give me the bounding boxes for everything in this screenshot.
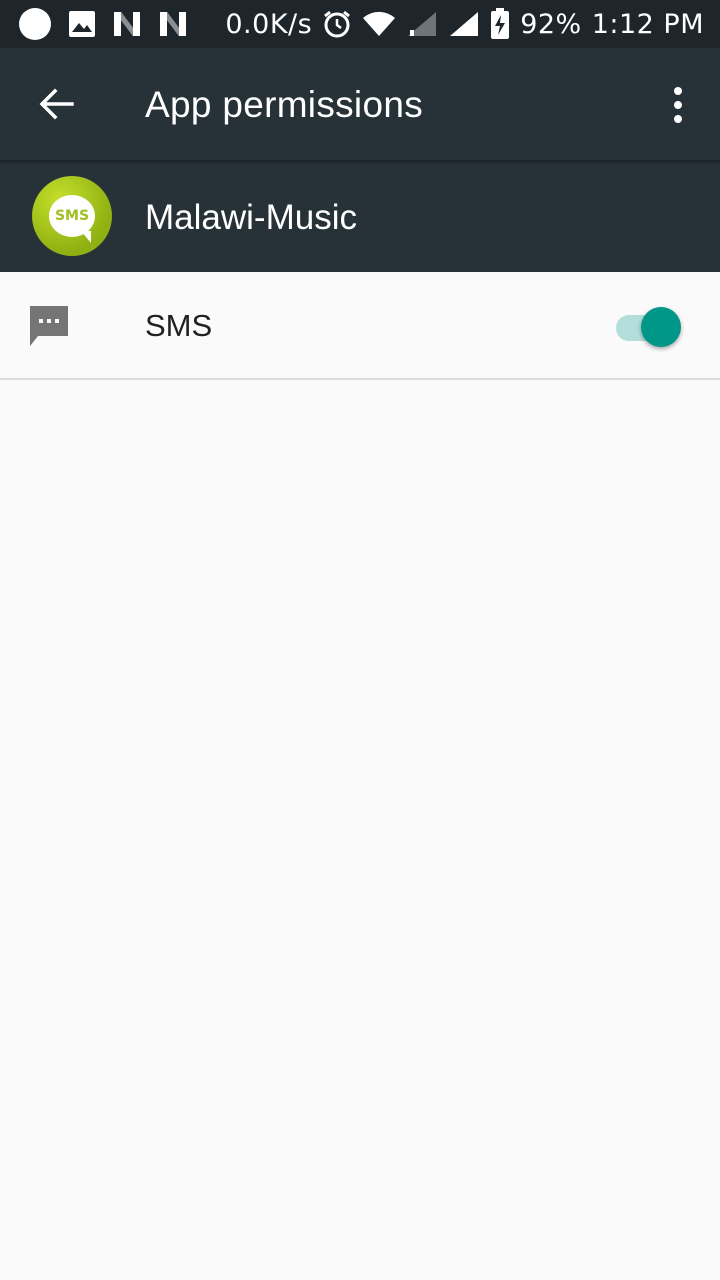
- arrow-back-icon: [39, 88, 74, 120]
- app-header: SMS Malawi-Music: [0, 160, 720, 272]
- app-bar: App permissions: [0, 48, 720, 160]
- circle-notification-icon: [19, 8, 51, 40]
- toggle-thumb: [641, 307, 681, 347]
- network-speed: 0.0K/s: [225, 8, 313, 40]
- status-bar: 0.0K/s 92% 1:12 PM: [0, 0, 720, 48]
- image-icon: [69, 11, 95, 37]
- back-button[interactable]: [26, 74, 86, 134]
- more-options-button[interactable]: [656, 78, 700, 132]
- permission-row-sms[interactable]: SMS: [0, 272, 720, 380]
- more-vert-icon: [674, 87, 682, 95]
- sms-bubble-icon: SMS: [49, 195, 95, 243]
- signal-icon: [408, 12, 437, 36]
- signal-icon: [450, 12, 479, 36]
- status-bar-notifications: [18, 0, 188, 48]
- app-name: Malawi-Music: [145, 198, 357, 237]
- sms-permission-toggle[interactable]: [614, 304, 684, 350]
- n-notification-icon: [114, 12, 140, 36]
- app-icon: SMS: [32, 176, 112, 256]
- alarm-icon: [324, 10, 351, 38]
- wifi-icon: [363, 11, 396, 37]
- page-title: App permissions: [145, 84, 424, 125]
- battery-percent: 92%: [520, 8, 582, 40]
- n-notification-icon: [160, 12, 186, 36]
- battery-charging-icon: [491, 8, 510, 39]
- sms-icon: [30, 306, 68, 346]
- permission-label: SMS: [145, 308, 213, 343]
- clock: 1:12 PM: [591, 8, 704, 40]
- status-bar-system: 0.0K/s 92% 1:12 PM: [225, 0, 704, 48]
